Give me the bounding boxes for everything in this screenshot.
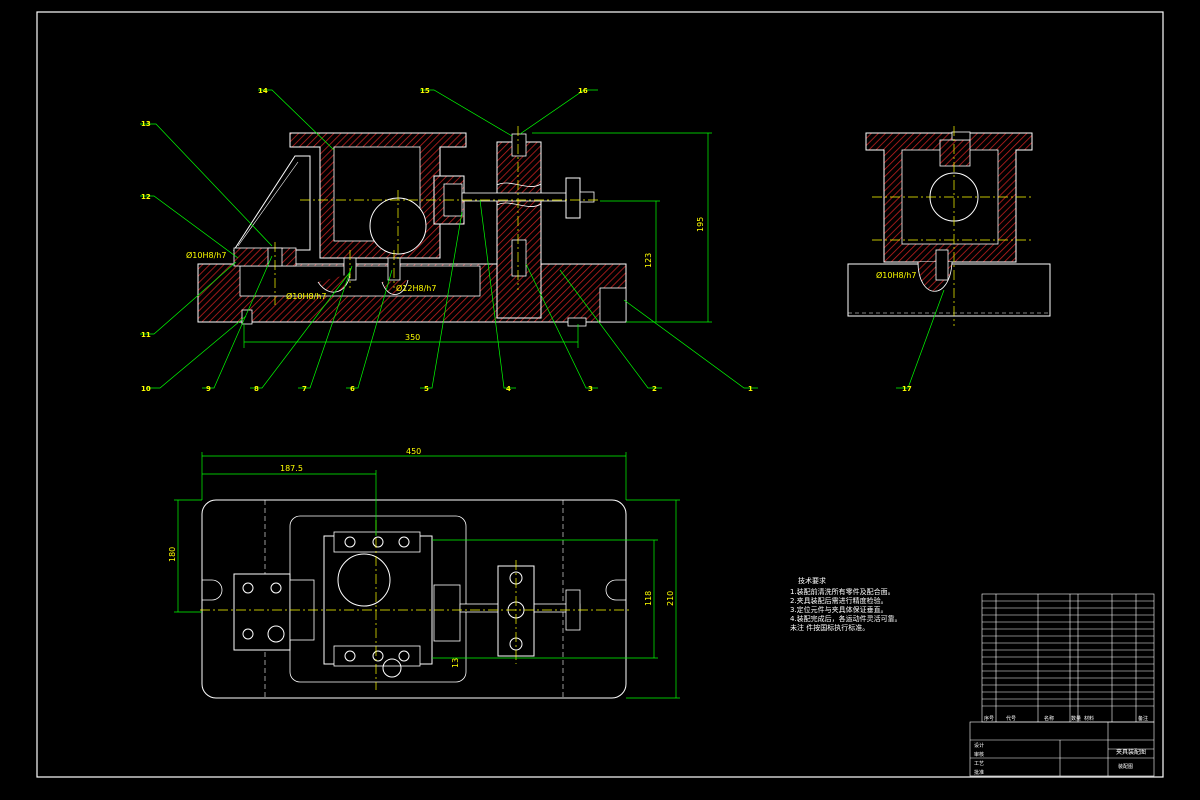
balloon-1: 1 <box>748 385 753 393</box>
support-column <box>496 141 542 319</box>
header-code: 代号 <box>1006 715 1016 722</box>
drawing-name: 夹具装配图 <box>1116 748 1146 756</box>
front-view <box>197 126 627 327</box>
balloon-5: 5 <box>424 385 429 393</box>
footer-design: 设计 <box>974 742 984 749</box>
dim-front-height-axis: 123 <box>644 253 653 268</box>
screw-knob <box>565 177 581 219</box>
top-view <box>200 499 632 699</box>
header-material: 材料 <box>1084 715 1094 722</box>
balloon-15: 15 <box>420 87 430 95</box>
header-no: 序号 <box>984 715 994 722</box>
header-qty: 数量 <box>1071 715 1081 722</box>
dim-front-height-total: 195 <box>696 217 705 232</box>
dim-top-small: 13 <box>451 658 460 668</box>
balloon-7: 7 <box>302 385 307 393</box>
fit-front-support-pin: Ø12H8/h7 <box>396 283 436 293</box>
fit-front-left-pin: Ø10H8/h7 <box>186 250 226 260</box>
footer-review: 审核 <box>974 751 984 758</box>
dim-top-offset: 187.5 <box>280 464 303 473</box>
balloon-4: 4 <box>506 385 511 393</box>
fit-side-pin: Ø10H8/h7 <box>876 270 916 280</box>
footer-process: 工艺 <box>974 761 984 767</box>
balloon-8: 8 <box>254 385 259 393</box>
balloon-6: 6 <box>350 385 355 393</box>
fit-front-base-pin: Ø10H8/h7 <box>286 291 326 301</box>
dim-top-slot-spacing: 180 <box>168 547 177 562</box>
tech-requirement-item: 未注 件按国标执行标准。 <box>790 624 870 632</box>
dim-front-length: 350 <box>405 333 420 342</box>
cad-drawing-sheet: 350 195 123 Ø10H8/h7 Ø10H8/h7 Ø12H8/h7 Ø… <box>36 11 1164 778</box>
balloon-2: 2 <box>652 385 657 393</box>
balloon-11: 11 <box>141 331 151 339</box>
balloon-9: 9 <box>206 385 211 393</box>
dim-top-length: 450 <box>406 447 421 456</box>
balloon-12: 12 <box>141 193 151 201</box>
footer-approve: 批准 <box>974 769 984 776</box>
balloon-16: 16 <box>578 87 588 95</box>
tech-requirements-title: 技术要求 <box>798 577 826 585</box>
title-block-footer: 设计 审核 工艺 批准 <box>974 742 984 776</box>
balloon-17: 17 <box>902 385 912 393</box>
drawing-sub-name: 装配图 <box>1118 763 1133 770</box>
header-remark: 备注 <box>1138 715 1148 722</box>
dim-top-width: 210 <box>666 591 675 606</box>
dim-top-inner-width: 118 <box>644 591 653 606</box>
side-view <box>847 126 1051 326</box>
balloon-3: 3 <box>588 385 593 393</box>
balloon-14: 14 <box>258 87 268 95</box>
balloon-13: 13 <box>141 120 151 128</box>
header-name: 名称 <box>1044 715 1054 722</box>
parts-list-header: 序号 代号 名称 数量 材料 备注 <box>984 715 1148 722</box>
balloon-10: 10 <box>141 385 151 393</box>
